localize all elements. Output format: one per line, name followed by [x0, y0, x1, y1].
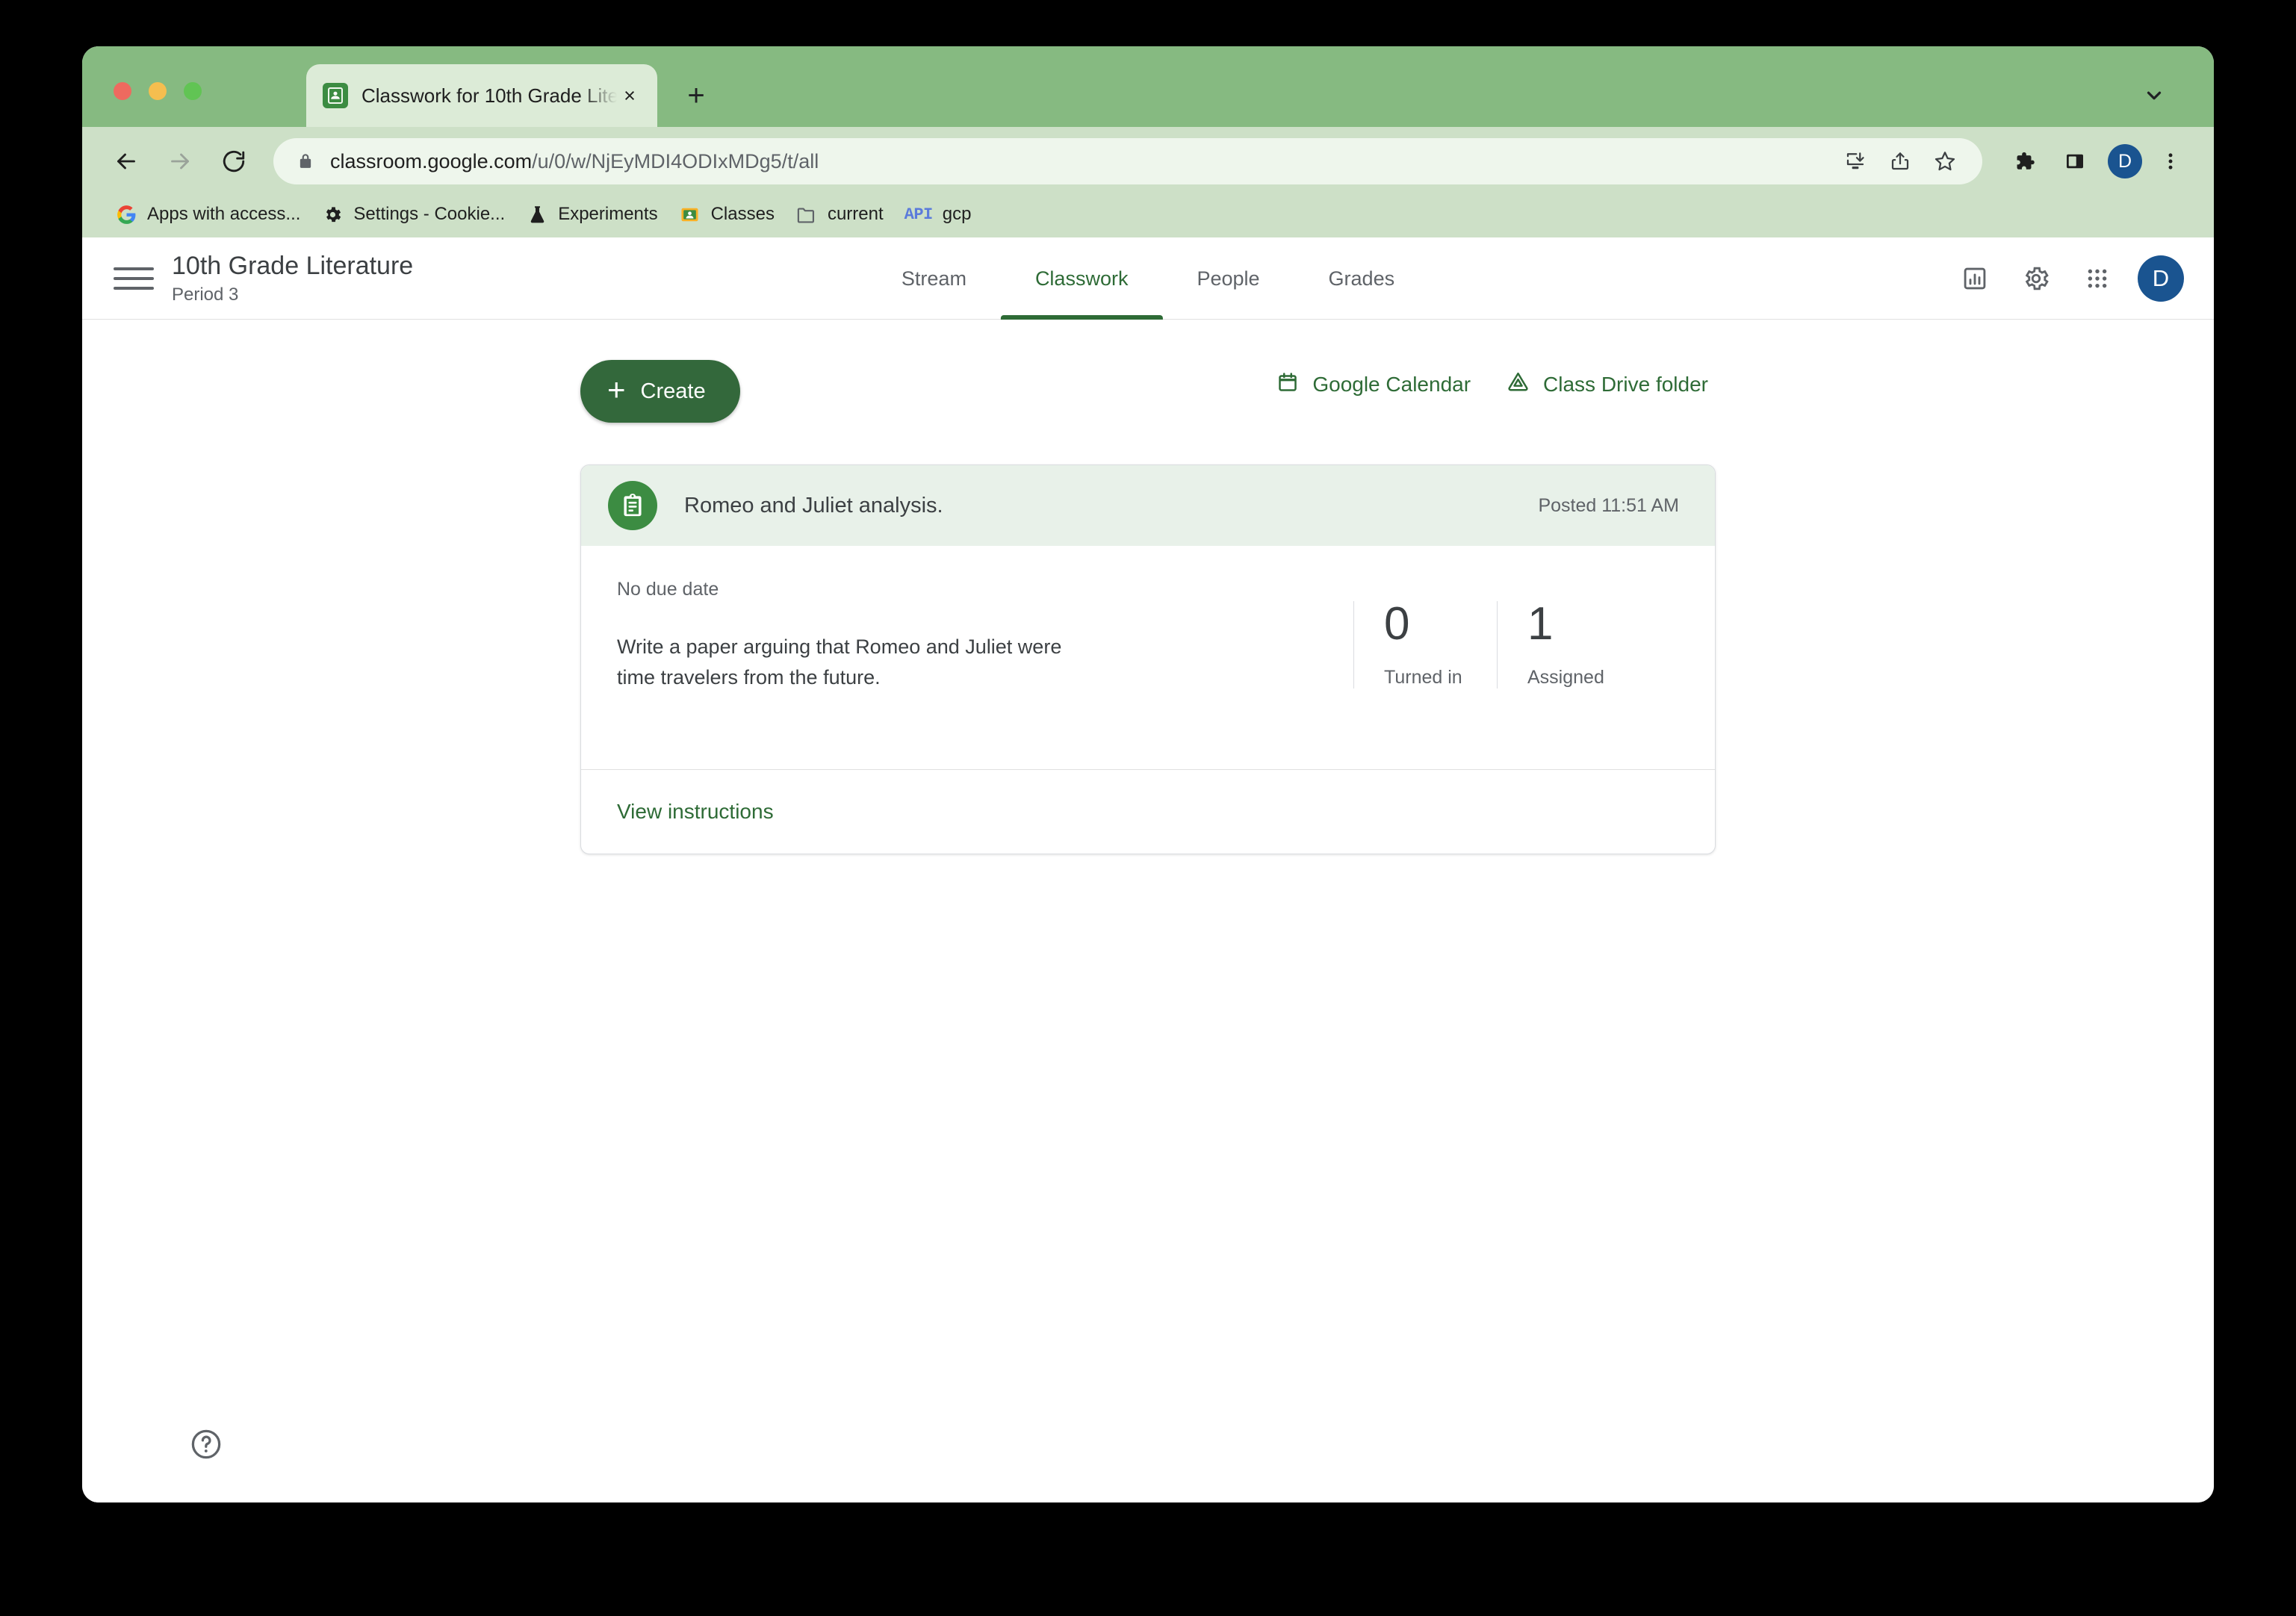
install-icon[interactable]: [1834, 140, 1876, 182]
tab-people[interactable]: People: [1162, 237, 1294, 320]
tab-strip: Classwork for 10th Grade Liter × +: [82, 46, 2214, 127]
assignment-card-body: No due date Write a paper arguing that R…: [581, 546, 1715, 770]
assignment-description: Write a paper arguing that Romeo and Jul…: [617, 635, 1062, 689]
google-calendar-link[interactable]: Google Calendar: [1276, 371, 1471, 399]
tab-stream[interactable]: Stream: [867, 237, 1001, 320]
tab-title: Classwork for 10th Grade Liter: [362, 84, 617, 107]
google-icon: [115, 203, 137, 226]
create-button[interactable]: + Create: [580, 360, 740, 423]
browser-tab[interactable]: Classwork for 10th Grade Liter ×: [306, 64, 657, 127]
classroom-tabs: Stream Classwork People Grades: [867, 237, 1429, 320]
class-meta: 10th Grade Literature Period 3: [172, 252, 413, 305]
assignment-posted-time: Posted 11:51 AM: [1538, 494, 1679, 516]
new-tab-button[interactable]: +: [680, 79, 713, 112]
class-section: Period 3: [172, 284, 239, 305]
api-icon: API: [904, 205, 934, 224]
hamburger-menu-icon[interactable]: [114, 258, 154, 299]
folder-icon: [795, 203, 818, 226]
bookmark-star-icon[interactable]: [1924, 140, 1966, 182]
class-insights-icon[interactable]: [1954, 258, 1996, 299]
gear-icon[interactable]: [2015, 258, 2057, 299]
help-circle-icon[interactable]: [187, 1425, 226, 1464]
stat-value: 0: [1384, 598, 1410, 650]
maximize-window-button[interactable]: [184, 82, 202, 100]
chrome-menu-icon[interactable]: [2148, 139, 2193, 184]
stat-turned-in[interactable]: 0 Turned in: [1353, 601, 1497, 689]
gear-icon: [321, 203, 344, 226]
tab-grades[interactable]: Grades: [1294, 237, 1430, 320]
class-drive-folder-label: Class Drive folder: [1543, 373, 1708, 396]
page-content: 10th Grade Literature Period 3 Stream Cl…: [82, 237, 2214, 1502]
class-drive-folder-link[interactable]: Class Drive folder: [1507, 370, 1708, 399]
bookmark-item[interactable]: Experiments: [515, 199, 668, 230]
stat-value: 1: [1527, 598, 1554, 650]
close-window-button[interactable]: [114, 82, 131, 100]
assignment-due-date: No due date: [617, 579, 719, 600]
bookmark-item[interactable]: current: [785, 199, 894, 230]
plus-icon: +: [607, 372, 626, 407]
assignment-card-footer: View instructions: [581, 770, 1715, 854]
assignment-stats: 0 Turned in 1 Assigned: [1353, 601, 1640, 689]
stat-label: Turned in: [1384, 667, 1462, 688]
bookmark-label: gcp: [942, 204, 972, 224]
bookmark-item[interactable]: Classes: [668, 199, 785, 230]
lock-icon[interactable]: [296, 152, 315, 171]
share-icon[interactable]: [1879, 140, 1921, 182]
assignment-title: Romeo and Juliet analysis.: [684, 493, 943, 518]
avatar[interactable]: D: [2138, 255, 2184, 302]
classroom-header: 10th Grade Literature Period 3 Stream Cl…: [82, 237, 2214, 320]
bookmark-item[interactable]: Settings - Cookie...: [311, 199, 515, 230]
stat-label: Assigned: [1527, 667, 1604, 688]
bookmarks-bar: Apps with access... Settings - Cookie...…: [82, 196, 2214, 237]
drive-folder-icon: [1507, 370, 1530, 399]
classwork-content: + Create Google Calendar Class Drive fol…: [82, 320, 2214, 854]
bookmark-label: Classes: [710, 204, 775, 224]
bookmark-item[interactable]: Apps with access...: [105, 199, 311, 230]
apps-grid-icon[interactable]: [2076, 258, 2118, 299]
browser-window: Classwork for 10th Grade Liter × + class…: [82, 46, 2214, 1502]
header-actions: D: [1954, 237, 2184, 320]
bookmark-item[interactable]: API gcp: [894, 199, 982, 229]
window-controls: [114, 82, 202, 100]
forward-icon[interactable]: [157, 138, 203, 184]
close-icon[interactable]: ×: [617, 83, 642, 108]
flask-icon: [526, 203, 548, 226]
bookmark-label: current: [827, 204, 884, 224]
google-classroom-icon: [679, 203, 701, 226]
assignment-card[interactable]: Romeo and Juliet analysis. Posted 11:51 …: [580, 464, 1716, 854]
chevron-down-icon[interactable]: [2139, 81, 2169, 111]
action-bar: + Create Google Calendar Class Drive fol…: [580, 360, 1716, 423]
calendar-icon: [1276, 371, 1299, 399]
side-panel-icon[interactable]: [2053, 139, 2097, 184]
tab-classwork[interactable]: Classwork: [1000, 237, 1163, 320]
address-bar[interactable]: classroom.google.com/u/0/w/NjEyMDI4ODIxM…: [273, 138, 1982, 184]
profile-avatar[interactable]: D: [2108, 144, 2142, 178]
assignment-icon: [608, 481, 657, 530]
bookmark-label: Experiments: [558, 204, 658, 224]
bookmark-label: Apps with access...: [147, 204, 301, 224]
assignment-card-header[interactable]: Romeo and Juliet analysis. Posted 11:51 …: [581, 465, 1715, 546]
reload-icon[interactable]: [211, 138, 257, 184]
google-calendar-label: Google Calendar: [1312, 373, 1471, 396]
url-text: classroom.google.com/u/0/w/NjEyMDI4ODIxM…: [330, 149, 819, 173]
back-icon[interactable]: [103, 138, 149, 184]
google-classroom-icon: [323, 83, 348, 108]
minimize-window-button[interactable]: [149, 82, 167, 100]
browser-toolbar: classroom.google.com/u/0/w/NjEyMDI4ODIxM…: [82, 127, 2214, 196]
action-links: Google Calendar Class Drive folder: [1276, 370, 1708, 399]
bookmark-label: Settings - Cookie...: [353, 204, 506, 224]
view-instructions-link[interactable]: View instructions: [617, 800, 774, 823]
create-button-label: Create: [640, 379, 706, 403]
extensions-icon[interactable]: [2002, 139, 2047, 184]
page-title: 10th Grade Literature: [172, 251, 414, 280]
stat-assigned[interactable]: 1 Assigned: [1497, 601, 1640, 689]
